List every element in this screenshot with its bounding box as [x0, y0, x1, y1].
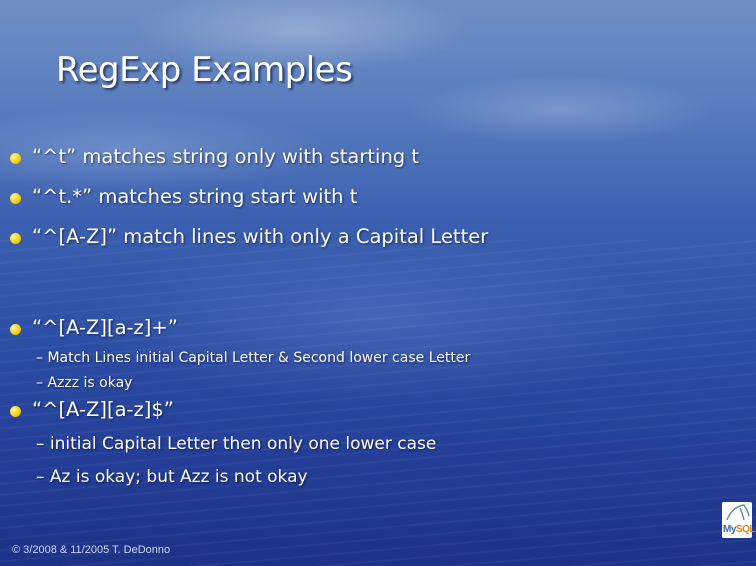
bullet-dot-icon: [10, 153, 21, 164]
bullet-dot-icon: [10, 193, 21, 204]
bullet-text: “^[A-Z]” match lines with only a Capital…: [32, 225, 489, 248]
mysql-logo: MySQL: [722, 502, 755, 538]
bullet-text: “^[A-Z][a-z]$”: [32, 398, 174, 421]
bullet-text: “^t” matches string only with starting t: [32, 145, 420, 168]
bullet-dot-icon: [10, 406, 21, 417]
slide-title: RegExp Examples: [56, 50, 353, 90]
bullet-dot-icon: [10, 233, 21, 244]
dolphin-icon: [726, 504, 750, 521]
bullet-text: “^t.*” matches string start with t: [32, 185, 358, 208]
copyright-footer: © 3/2008 & 11/2005 T. DeDonno: [12, 544, 171, 556]
logo-suffix: SQL: [735, 524, 756, 535]
sub-bullet-text: – Az is okay; but Azz is not okay: [36, 467, 308, 487]
slide: RegExp Examples “^t” matches string only…: [0, 0, 756, 566]
sub-bullet-text: – initial Capital Letter then only one l…: [36, 434, 437, 454]
sub-bullet-text: – Azzz is okay: [36, 375, 133, 391]
logo-prefix: My: [723, 524, 736, 535]
bullet-text: “^[A-Z][a-z]+”: [32, 316, 178, 339]
logo-text: MySQL: [723, 524, 755, 535]
bullet-dot-icon: [10, 324, 21, 335]
sub-bullet-text: – Match Lines initial Capital Letter & S…: [36, 350, 471, 366]
